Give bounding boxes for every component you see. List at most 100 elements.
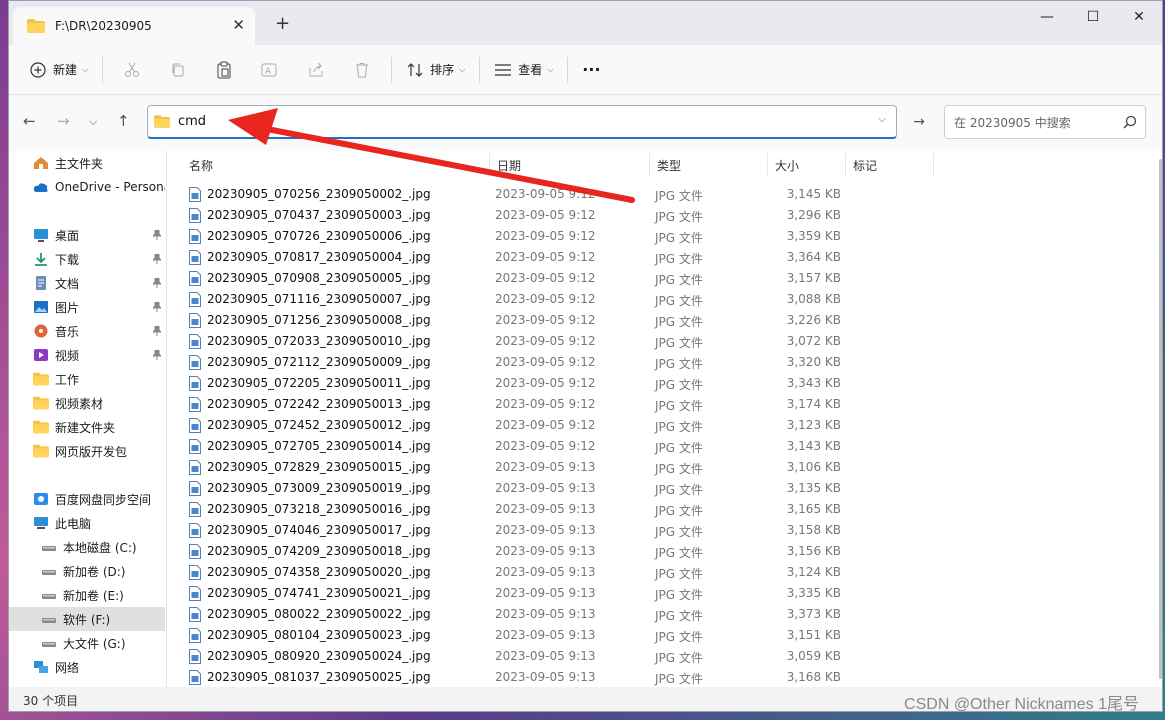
sidebar-item[interactable]: 文档 (9, 271, 165, 295)
column-header-type[interactable]: 类型 (651, 151, 767, 179)
close-button[interactable]: ✕ (1116, 1, 1162, 33)
tab-close-icon[interactable]: ✕ (232, 16, 245, 34)
file-row[interactable]: 20230905_080920_2309050024_.jpg 2023-09-0… (183, 646, 843, 667)
search-icon[interactable] (1123, 115, 1137, 129)
file-row[interactable]: 20230905_070908_2309050005_.jpg 2023-09-0… (183, 268, 843, 289)
sidebar-item[interactable]: 图片 (9, 295, 165, 319)
file-row[interactable]: 20230905_072112_2309050009_.jpg 2023-09-0… (183, 352, 843, 373)
jpg-file-icon (189, 418, 201, 433)
column-header-tags[interactable]: 标记 (847, 151, 933, 179)
sidebar-item[interactable]: 此电脑 (9, 511, 165, 535)
file-size: 3,226 KB (786, 313, 841, 327)
drive-icon (41, 612, 57, 626)
rename-icon[interactable]: A (247, 54, 293, 86)
file-size: 3,373 KB (786, 607, 841, 621)
file-row[interactable]: 20230905_074209_2309050018_.jpg 2023-09-0… (183, 541, 843, 562)
sidebar-item[interactable]: 本地磁盘 (C:) (9, 535, 165, 559)
cut-icon[interactable] (109, 54, 155, 86)
back-arrow-icon[interactable]: ← (23, 112, 36, 130)
file-row[interactable]: 20230905_073009_2309050019_.jpg 2023-09-0… (183, 478, 843, 499)
column-divider[interactable] (489, 153, 490, 177)
sidebar-item[interactable]: 视频 (9, 343, 165, 367)
delete-icon[interactable] (339, 54, 385, 86)
search-box[interactable]: 在 20230905 中搜索 (944, 105, 1146, 139)
file-type: JPG 文件 (655, 441, 703, 455)
sidebar-item[interactable]: 网络 (9, 655, 165, 679)
column-header-name[interactable]: 名称 (183, 151, 483, 179)
forward-arrow-icon[interactable]: → (57, 112, 70, 130)
new-button[interactable]: 新建 ⌵ (21, 54, 96, 86)
file-row[interactable]: 20230905_074358_2309050020_.jpg 2023-09-0… (183, 562, 843, 583)
sidebar-item[interactable]: 主文件夹 (9, 151, 165, 175)
copy-icon[interactable] (155, 54, 201, 86)
go-arrow-icon[interactable]: → (906, 105, 932, 139)
file-row[interactable]: 20230905_071116_2309050007_.jpg 2023-09-0… (183, 289, 843, 310)
sidebar-item[interactable]: 桌面 (9, 223, 165, 247)
file-row[interactable]: 20230905_072205_2309050011_.jpg 2023-09-0… (183, 373, 843, 394)
maximize-button[interactable]: ☐ (1070, 1, 1116, 33)
file-row[interactable]: 20230905_070256_2309050002_.jpg 2023-09-0… (183, 184, 843, 205)
file-row[interactable]: 20230905_071256_2309050008_.jpg 2023-09-0… (183, 310, 843, 331)
sidebar-item[interactable]: 新加卷 (D:) (9, 559, 165, 583)
sidebar-item[interactable]: 网页版开发包 (9, 439, 165, 463)
share-icon[interactable] (293, 54, 339, 86)
sidebar-item[interactable]: 百度网盘同步空间 (9, 487, 165, 511)
file-row[interactable]: 20230905_074046_2309050017_.jpg 2023-09-0… (183, 520, 843, 541)
minimize-button[interactable]: — (1024, 1, 1070, 33)
sort-button[interactable]: 排序 ⌵ (398, 54, 473, 86)
file-name: 20230905_074741_2309050021_.jpg (207, 586, 431, 600)
sidebar-item[interactable]: 新加卷 (E:) (9, 583, 165, 607)
file-row[interactable]: 20230905_080104_2309050023_.jpg 2023-09-0… (183, 625, 843, 646)
sidebar-item[interactable]: 软件 (F:) (9, 607, 165, 631)
column-divider[interactable] (649, 153, 650, 177)
chevron-down-icon[interactable]: ⌵ (878, 114, 886, 125)
sidebar-item[interactable]: 视频素材 (9, 391, 165, 415)
new-tab-button[interactable]: + (275, 13, 290, 34)
sidebar-item[interactable]: 大文件 (G:) (9, 631, 165, 655)
file-type: JPG 文件 (655, 420, 703, 434)
file-row[interactable]: 20230905_070726_2309050006_.jpg 2023-09-0… (183, 226, 843, 247)
file-date: 2023-09-05 9:12 (495, 187, 596, 201)
sidebar-item[interactable]: 音乐 (9, 319, 165, 343)
tab-current-folder[interactable]: F:\DR\20230905 ✕ (13, 7, 255, 45)
file-name: 20230905_074046_2309050017_.jpg (207, 523, 431, 537)
file-row[interactable]: 20230905_072705_2309050014_.jpg 2023-09-0… (183, 436, 843, 457)
column-header-date[interactable]: 日期 (491, 151, 649, 179)
file-row[interactable]: 20230905_074741_2309050021_.jpg 2023-09-0… (183, 583, 843, 604)
paste-icon[interactable] (201, 54, 247, 86)
more-options-button[interactable]: ··· (574, 54, 608, 86)
address-bar[interactable]: cmd ⌵ (147, 105, 897, 139)
jpg-file-icon (189, 187, 201, 202)
view-button[interactable]: 查看 ⌵ (486, 54, 561, 86)
file-row[interactable]: 20230905_072033_2309050010_.jpg 2023-09-0… (183, 331, 843, 352)
up-arrow-icon[interactable]: ↑ (117, 112, 130, 130)
column-divider[interactable] (767, 153, 768, 177)
column-divider[interactable] (845, 153, 846, 177)
file-row[interactable]: 20230905_072829_2309050015_.jpg 2023-09-0… (183, 457, 843, 478)
jpg-file-icon (189, 670, 201, 685)
address-input-value[interactable]: cmd (178, 114, 206, 129)
file-row[interactable]: 20230905_072452_2309050012_.jpg 2023-09-0… (183, 415, 843, 436)
sidebar-item[interactable]: 下载 (9, 247, 165, 271)
file-row[interactable]: 20230905_070817_2309050004_.jpg 2023-09-0… (183, 247, 843, 268)
sidebar-item[interactable]: 工作 (9, 367, 165, 391)
search-placeholder[interactable]: 在 20230905 中搜索 (954, 114, 1071, 131)
file-row[interactable]: 20230905_073218_2309050016_.jpg 2023-09-0… (183, 499, 843, 520)
file-name: 20230905_073218_2309050016_.jpg (207, 502, 431, 516)
sidebar-item[interactable]: OneDrive - Persona (9, 175, 165, 199)
file-row[interactable]: 20230905_080022_2309050022_.jpg 2023-09-0… (183, 604, 843, 625)
sidebar-item-label: 新建文件夹 (55, 420, 116, 435)
column-header-size[interactable]: 大小 (769, 151, 845, 179)
file-row[interactable]: 20230905_081037_2309050025_.jpg 2023-09-0… (183, 667, 843, 687)
column-divider[interactable] (933, 153, 934, 177)
file-name: 20230905_073009_2309050019_.jpg (207, 481, 431, 495)
pin-icon (151, 301, 163, 312)
sidebar-item[interactable]: 新建文件夹 (9, 415, 165, 439)
vertical-scrollbar[interactable] (1159, 159, 1162, 679)
file-date: 2023-09-05 9:12 (495, 334, 596, 348)
recent-locations-chevron-icon[interactable]: ⌵ (89, 115, 97, 129)
file-row[interactable]: 20230905_070437_2309050003_.jpg 2023-09-0… (183, 205, 843, 226)
file-row[interactable]: 20230905_072242_2309050013_.jpg 2023-09-0… (183, 394, 843, 415)
sidebar-item-label: 文档 (55, 276, 80, 291)
sidebar-item-label: 下载 (55, 252, 80, 267)
